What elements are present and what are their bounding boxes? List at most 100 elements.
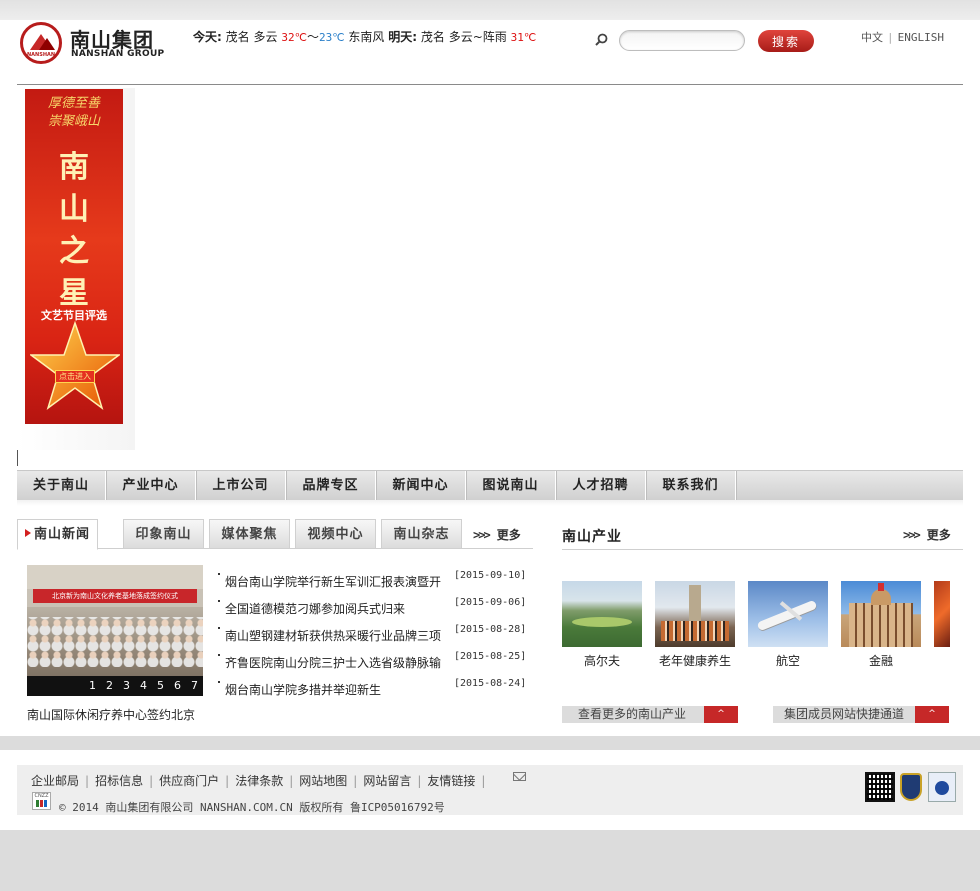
weather-tomorrow-temp: 31℃ — [510, 31, 537, 44]
logo-mark-text: NANSHAN — [27, 52, 56, 58]
banner-slogan: 厚德至善 崇聚峨山 — [27, 95, 121, 131]
more-industry-button[interactable]: 查看更多的南山产业 ^ — [562, 706, 738, 723]
news-date: [2015-08-25] — [454, 651, 527, 662]
more-label: 更多 — [496, 528, 521, 542]
more-arrows-icon: >>> — [473, 528, 491, 542]
industry-more-link[interactable]: >>> 更多 — [903, 526, 951, 543]
footer-link-sitemap[interactable]: 网站地图 — [299, 774, 347, 788]
photo-caption-link[interactable]: 南山国际休闲疗养中心签约北京 — [27, 706, 195, 723]
slider-page-7[interactable]: 7 — [186, 676, 203, 696]
list-item[interactable]: 南山塑钢建材斩获供热采暖行业品牌三项 [2015-08-28] — [218, 624, 530, 651]
list-item[interactable]: 齐鲁医院南山分院三护士入选省级静脉输 [2015-08-25] — [218, 651, 530, 678]
news-title[interactable]: 齐鲁医院南山分院三护士入选省级静脉输 — [225, 654, 445, 671]
tab-media[interactable]: 媒体聚焦 — [209, 519, 290, 549]
tab-active-arrow-icon — [24, 529, 31, 537]
footer-link-mail[interactable]: 企业邮局 — [31, 774, 79, 788]
more-label: 更多 — [926, 528, 951, 542]
nav-item-gallery[interactable]: 图说南山 — [466, 471, 556, 501]
list-item[interactable]: 烟台南山学院举行新生军训汇报表演暨开 [2015-09-10] — [218, 570, 530, 597]
industry-item-health[interactable]: 老年健康养生 — [655, 581, 735, 669]
list-item[interactable]: 全国道德模范刁娜参加阅兵式归来 [2015-09-06] — [218, 597, 530, 624]
weather-today-wind: 东南风 — [348, 30, 385, 44]
footer-sep: | — [85, 774, 90, 788]
industry-label: 老年健康养生 — [658, 654, 731, 668]
bullet-icon — [218, 573, 220, 575]
lang-en-link[interactable]: ENGLISH — [898, 31, 944, 44]
banner-title: 南 山 之 星 — [25, 147, 123, 315]
footer-sep: | — [289, 774, 294, 788]
industry-header: 南山产业 >>> 更多 — [562, 519, 963, 550]
lang-cn-link[interactable]: 中文 — [861, 31, 883, 44]
news-photo-banner-text: 北京新为南山文化养老基地落成签约仪式 — [33, 589, 197, 603]
search-icon — [595, 33, 608, 46]
slider-page-3[interactable]: 3 — [118, 676, 135, 696]
nav-item-industry[interactable]: 产业中心 — [106, 471, 196, 501]
news-title[interactable]: 全国道德模范刁娜参加阅兵式归来 — [225, 600, 445, 617]
news-more-link[interactable]: >>> 更多 — [473, 526, 521, 543]
banner-slogan-line-1: 厚德至善 — [47, 96, 100, 111]
industry-item-finance[interactable]: 金融 — [841, 581, 921, 669]
nav-item-brand[interactable]: 品牌专区 — [286, 471, 376, 501]
industry-item-partial[interactable] — [934, 581, 950, 647]
cnzz-stats-icon[interactable]: CNZZ — [32, 792, 51, 810]
lang-separator: | — [887, 31, 894, 44]
weather-tomorrow-label: 明天: — [388, 30, 418, 44]
slider-page-6[interactable]: 6 — [169, 676, 186, 696]
nav-item-jobs[interactable]: 人才招聘 — [556, 471, 646, 501]
slider-page-1[interactable]: 1 — [84, 676, 101, 696]
slider-page-2[interactable]: 2 — [101, 676, 118, 696]
industry-carousel: 高尔夫 老年健康养生 航空 金融 — [562, 581, 950, 671]
tab-video[interactable]: 视频中心 — [295, 519, 376, 549]
search-button[interactable]: 搜索 — [758, 30, 814, 52]
language-switcher: 中文 | ENGLISH — [861, 29, 944, 45]
footer-sep: | — [353, 774, 358, 788]
news-date: [2015-08-24] — [454, 678, 527, 689]
industry-title: 南山产业 — [562, 529, 622, 545]
news-title[interactable]: 烟台南山学院举行新生军训汇报表演暨开 — [225, 573, 445, 590]
slider-page-4[interactable]: 4 — [135, 676, 152, 696]
industry-label: 金融 — [868, 654, 893, 668]
nav-item-news[interactable]: 新闻中心 — [376, 471, 466, 501]
footer-link-legal[interactable]: 法律条款 — [235, 774, 283, 788]
news-title[interactable]: 南山塑钢建材斩获供热采暖行业品牌三项 — [225, 627, 445, 644]
news-date: [2015-09-06] — [454, 597, 527, 608]
footer-link-friends[interactable]: 友情链接 — [427, 774, 475, 788]
nanshan-star-banner[interactable]: 厚德至善 崇聚峨山 南 山 之 星 文艺节目评选 点击进入 — [25, 89, 123, 424]
banner-cursor — [17, 450, 18, 466]
footer-link-bidding[interactable]: 招标信息 — [95, 774, 143, 788]
security-badge-icon[interactable] — [928, 772, 956, 802]
banner-slogan-line-2: 崇聚峨山 — [47, 114, 100, 129]
member-sites-label: 集团成员网站快捷通道 — [784, 707, 905, 721]
logo-text-en: NANSHAN GROUP — [71, 49, 165, 59]
news-list: 烟台南山学院举行新生军训汇报表演暨开 [2015-09-10] 全国道德模范刁娜参… — [218, 570, 530, 705]
banner-enter-button[interactable]: 点击进入 — [55, 370, 95, 383]
news-title[interactable]: 烟台南山学院多措并举迎新生 — [225, 681, 445, 698]
footer-link-supplier[interactable]: 供应商门户 — [159, 774, 219, 788]
industry-item-aviation[interactable]: 航空 — [748, 581, 828, 669]
member-sites-button[interactable]: 集团成员网站快捷通道 ^ — [773, 706, 949, 723]
weather-tilde: ～ — [306, 30, 319, 44]
weather-today-city: 茂名 — [225, 30, 250, 44]
footer-link-message[interactable]: 网站留言 — [363, 774, 411, 788]
tab-magazine[interactable]: 南山杂志 — [381, 519, 462, 549]
nav-reflection — [17, 500, 963, 506]
search-input[interactable] — [619, 30, 745, 51]
health-image — [655, 581, 735, 647]
nav-item-about[interactable]: 关于南山 — [17, 471, 106, 501]
weather-tomorrow-sky: 多云~阵雨 — [448, 30, 507, 44]
page-body: NANSHAN 南山集团 NANSHAN GROUP 今天: 茂名 多云 32℃… — [0, 20, 980, 736]
police-badge-icon[interactable] — [900, 773, 922, 801]
tab-nanshan-news[interactable]: 南山新闻 — [17, 519, 98, 550]
copyright-text: © 2014 南山集团有限公司 NANSHAN.COM.CN 版权所有 鲁ICP… — [59, 801, 445, 814]
nav-item-listed[interactable]: 上市公司 — [196, 471, 286, 501]
list-item[interactable]: 烟台南山学院多措并举迎新生 [2015-08-24] — [218, 678, 530, 705]
logo[interactable]: NANSHAN 南山集团 NANSHAN GROUP — [20, 22, 165, 64]
main-nav: 关于南山 产业中心 上市公司 品牌专区 新闻中心 图说南山 人才招聘 联系我们 — [17, 470, 963, 501]
slider-page-5[interactable]: 5 — [152, 676, 169, 696]
mail-icon[interactable] — [513, 772, 526, 781]
nav-item-contact[interactable]: 联系我们 — [646, 471, 736, 501]
industry-item-golf[interactable]: 高尔夫 — [562, 581, 642, 669]
footer-sep: | — [481, 774, 486, 788]
more-industry-label: 查看更多的南山产业 — [578, 707, 687, 721]
tab-impression[interactable]: 印象南山 — [123, 519, 204, 549]
